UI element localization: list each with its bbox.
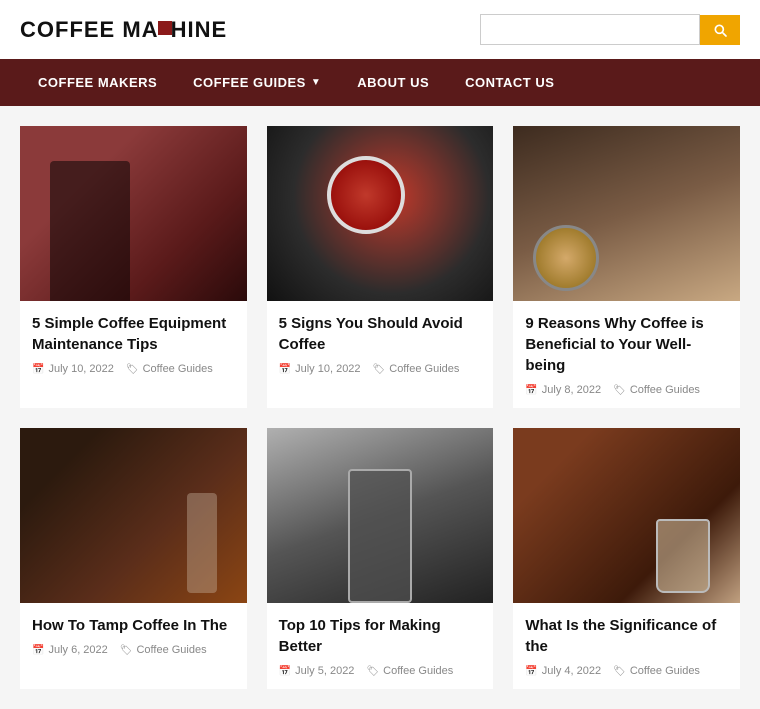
card-image-1 (267, 126, 494, 301)
card-image-4 (267, 428, 494, 603)
card-4[interactable]: Top 10 Tips for Making Better 📅 July 5, … (267, 428, 494, 689)
card-meta-5: 📅 July 4, 2022 🏷 Coffee Guides (525, 665, 728, 677)
card-body-3: How To Tamp Coffee In The 📅 July 6, 2022… (20, 603, 247, 668)
card-image-2 (513, 126, 740, 301)
card-category-5: 🏷 Coffee Guides (613, 665, 700, 677)
card-meta-1: 📅 July 10, 2022 🏷 Coffee Guides (279, 363, 482, 375)
nav-coffee-guides[interactable]: COFFEE GUIDES ▼ (175, 59, 339, 106)
card-title-2: 9 Reasons Why Coffee is Beneficial to Yo… (525, 313, 728, 376)
card-category-2: 🏷 Coffee Guides (613, 384, 700, 396)
card-body-0: 5 Simple Coffee Equipment Maintenance Ti… (20, 301, 247, 387)
card-category-3: 🏷 Coffee Guides (120, 644, 207, 656)
card-image-0 (20, 126, 247, 301)
calendar-icon: 📅 (279, 364, 291, 375)
tag-icon: 🏷 (613, 666, 626, 677)
dropdown-arrow-icon: ▼ (311, 77, 321, 88)
search-input[interactable] (480, 14, 700, 45)
search-button[interactable] (700, 15, 740, 45)
tag-icon: 🏷 (613, 385, 626, 396)
card-meta-0: 📅 July 10, 2022 🏷 Coffee Guides (32, 363, 235, 375)
card-2[interactable]: 9 Reasons Why Coffee is Beneficial to Yo… (513, 126, 740, 408)
calendar-icon: 📅 (32, 645, 44, 656)
calendar-icon: 📅 (279, 666, 291, 677)
card-meta-4: 📅 July 5, 2022 🏷 Coffee Guides (279, 665, 482, 677)
nav-about-us[interactable]: ABOUT US (339, 59, 447, 106)
card-meta-3: 📅 July 6, 2022 🏷 Coffee Guides (32, 644, 235, 656)
site-logo[interactable]: COFFEE MAHINE (20, 17, 227, 43)
card-category-1: 🏷 Coffee Guides (373, 363, 460, 375)
card-body-5: What Is the Significance of the 📅 July 4… (513, 603, 740, 689)
card-0[interactable]: 5 Simple Coffee Equipment Maintenance Ti… (20, 126, 247, 408)
card-category-0: 🏷 Coffee Guides (126, 363, 213, 375)
card-title-0: 5 Simple Coffee Equipment Maintenance Ti… (32, 313, 235, 355)
card-body-1: 5 Signs You Should Avoid Coffee 📅 July 1… (267, 301, 494, 387)
card-date-1: 📅 July 10, 2022 (279, 363, 361, 375)
card-category-4: 🏷 Coffee Guides (366, 665, 453, 677)
calendar-icon: 📅 (32, 364, 44, 375)
search-icon (712, 22, 728, 38)
tag-icon: 🏷 (120, 645, 133, 656)
card-date-2: 📅 July 8, 2022 (525, 384, 601, 396)
calendar-icon: 📅 (525, 666, 537, 677)
logo-icon (158, 21, 172, 35)
header: COFFEE MAHINE (0, 0, 760, 59)
article-grid: 5 Simple Coffee Equipment Maintenance Ti… (0, 106, 760, 709)
search-wrap (480, 14, 740, 45)
card-title-5: What Is the Significance of the (525, 615, 728, 657)
card-date-3: 📅 July 6, 2022 (32, 644, 108, 656)
card-title-1: 5 Signs You Should Avoid Coffee (279, 313, 482, 355)
tag-icon: 🏷 (366, 666, 379, 677)
card-title-3: How To Tamp Coffee In The (32, 615, 235, 636)
card-1[interactable]: 5 Signs You Should Avoid Coffee 📅 July 1… (267, 126, 494, 408)
tag-icon: 🏷 (373, 364, 386, 375)
navbar: COFFEE MAKERS COFFEE GUIDES ▼ ABOUT US C… (0, 59, 760, 106)
card-image-5 (513, 428, 740, 603)
card-meta-2: 📅 July 8, 2022 🏷 Coffee Guides (525, 384, 728, 396)
card-date-4: 📅 July 5, 2022 (279, 665, 355, 677)
card-body-2: 9 Reasons Why Coffee is Beneficial to Yo… (513, 301, 740, 408)
calendar-icon: 📅 (525, 385, 537, 396)
card-body-4: Top 10 Tips for Making Better 📅 July 5, … (267, 603, 494, 689)
nav-coffee-makers[interactable]: COFFEE MAKERS (20, 59, 175, 106)
tag-icon: 🏷 (126, 364, 139, 375)
card-3[interactable]: How To Tamp Coffee In The 📅 July 6, 2022… (20, 428, 247, 689)
card-date-5: 📅 July 4, 2022 (525, 665, 601, 677)
nav-contact-us[interactable]: CONTACT US (447, 59, 572, 106)
card-image-3 (20, 428, 247, 603)
card-title-4: Top 10 Tips for Making Better (279, 615, 482, 657)
card-5[interactable]: What Is the Significance of the 📅 July 4… (513, 428, 740, 689)
card-date-0: 📅 July 10, 2022 (32, 363, 114, 375)
